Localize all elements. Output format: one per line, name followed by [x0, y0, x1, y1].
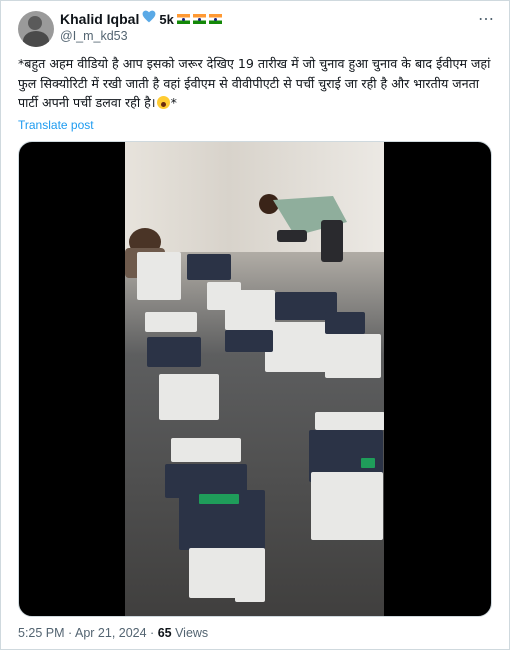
tweet-timestamp: 5:25 PM · Apr 21, 2024 · 65 Views [18, 626, 208, 640]
author-name-row[interactable]: Khalid Iqbal 5k [60, 10, 222, 28]
india-flag-icon [192, 14, 206, 24]
blue-heart-icon [142, 10, 156, 28]
views-label: Views [171, 626, 209, 640]
person-figure [259, 194, 347, 262]
post-date[interactable]: Apr 21, 2024 [75, 626, 147, 640]
tweet-body: *बहुत अहम वीडियो है आप इसको जरूर देखिए 1… [18, 56, 491, 110]
tweet-text-end: * [170, 95, 177, 110]
india-flag-icon [176, 14, 190, 24]
tweet-text: *बहुत अहम वीडियो है आप इसको जरूर देखिए 1… [18, 54, 496, 113]
post-time[interactable]: 5:25 PM [18, 626, 65, 640]
meta-separator: · [64, 626, 75, 640]
meta-separator: · [146, 626, 158, 640]
avatar[interactable] [18, 11, 54, 47]
more-options-icon[interactable]: ⋯ [478, 9, 495, 29]
tweet-card: Khalid Iqbal 5k @I_m_kd53 ⋯ *बहुत अहम वी… [0, 0, 510, 650]
author-display-name[interactable]: Khalid Iqbal [60, 11, 139, 27]
india-flag-icon [208, 14, 222, 24]
author-handle[interactable]: @I_m_kd53 [60, 29, 128, 43]
video-player[interactable] [18, 141, 492, 617]
views-count: 65 [157, 626, 172, 640]
screaming-face-icon [156, 96, 170, 109]
translate-post-link[interactable]: Translate post [18, 118, 94, 132]
video-frame [125, 142, 384, 616]
author-badge-text: 5k [159, 11, 174, 27]
